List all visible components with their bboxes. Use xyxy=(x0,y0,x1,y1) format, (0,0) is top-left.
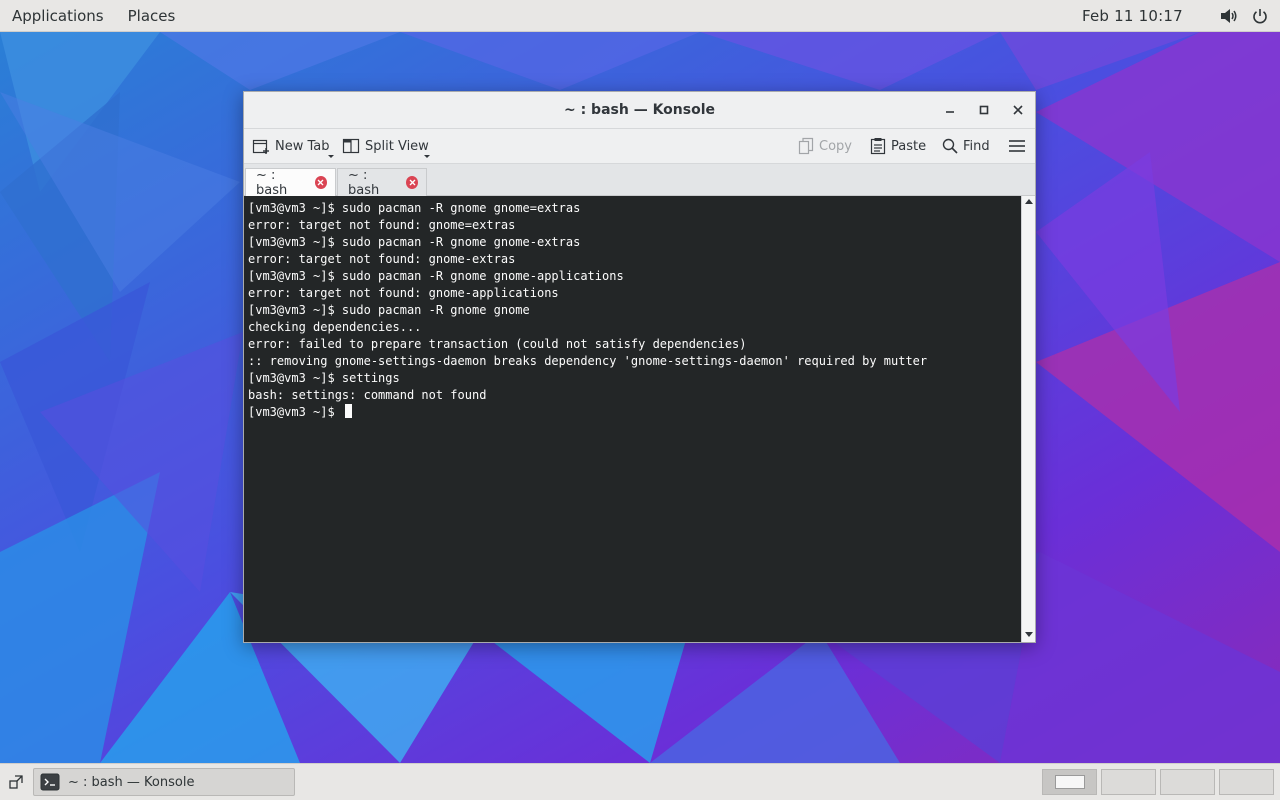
terminal-line: bash: settings: command not found xyxy=(248,388,487,402)
split-view-icon xyxy=(342,138,360,154)
split-view-button[interactable]: Split View xyxy=(342,129,429,163)
terminal-icon xyxy=(40,773,60,791)
terminal-line: :: removing gnome-settings-daemon breaks… xyxy=(248,354,928,368)
hamburger-menu-icon xyxy=(1009,140,1025,152)
terminal-line: [vm3@vm3 ~]$ settings xyxy=(248,371,400,385)
workspace-3[interactable] xyxy=(1160,769,1215,795)
konsole-window: ~ : bash — Konsole New Tab Split View Co… xyxy=(243,91,1036,643)
close-icon[interactable] xyxy=(1009,101,1027,119)
window-titlebar[interactable]: ~ : bash — Konsole xyxy=(244,92,1035,128)
applications-menu[interactable]: Applications xyxy=(0,7,116,25)
tab-bash-2[interactable]: ~ : bash xyxy=(337,167,427,198)
terminal-line: error: target not found: gnome-applicati… xyxy=(248,286,559,300)
maximize-icon[interactable] xyxy=(975,101,993,119)
clock[interactable]: Feb 11 10:17 xyxy=(1082,0,1183,32)
terminal-line: [vm3@vm3 ~]$ sudo pacman -R gnome gnome-… xyxy=(248,235,581,249)
hamburger-menu-button[interactable] xyxy=(1009,129,1025,163)
bottom-panel: ~ : bash — Konsole xyxy=(0,763,1280,800)
taskbar-item-label: ~ : bash — Konsole xyxy=(68,774,195,790)
copy-button[interactable]: Copy xyxy=(798,129,852,163)
tab-label: ~ : bash xyxy=(256,167,288,198)
terminal-output[interactable]: [vm3@vm3 ~]$ sudo pacman -R gnome gnome=… xyxy=(244,196,1021,642)
terminal-prompt: [vm3@vm3 ~]$ xyxy=(248,405,342,419)
power-icon[interactable] xyxy=(1252,8,1268,24)
workspace-1[interactable] xyxy=(1042,769,1097,795)
top-panel: Applications Places Feb 11 10:17 xyxy=(0,0,1280,32)
terminal-line: checking dependencies... xyxy=(248,320,422,334)
terminal-scrollbar[interactable] xyxy=(1021,196,1035,642)
places-menu[interactable]: Places xyxy=(116,7,188,25)
minimize-icon[interactable] xyxy=(941,101,959,119)
terminal-line: [vm3@vm3 ~]$ sudo pacman -R gnome gnome=… xyxy=(248,201,581,215)
split-view-label: Split View xyxy=(365,138,429,154)
find-button[interactable]: Find xyxy=(942,129,990,163)
volume-icon[interactable] xyxy=(1220,8,1238,24)
tab-close-icon[interactable] xyxy=(406,176,418,189)
scroll-down-icon[interactable] xyxy=(1025,632,1033,637)
terminal-line: error: failed to prepare transaction (co… xyxy=(248,337,747,351)
terminal-line: [vm3@vm3 ~]$ sudo pacman -R gnome gnome xyxy=(248,303,530,317)
paste-label: Paste xyxy=(891,138,927,154)
terminal-line: error: target not found: gnome=extras xyxy=(248,218,516,232)
workspace-4[interactable] xyxy=(1219,769,1274,795)
terminal-line: error: target not found: gnome-extras xyxy=(248,252,516,266)
tab-bar: ~ : bash ~ : bash xyxy=(244,164,1035,198)
paste-button[interactable]: Paste xyxy=(870,129,926,163)
copy-label: Copy xyxy=(819,138,852,154)
workspace-2[interactable] xyxy=(1101,769,1156,795)
konsole-toolbar: New Tab Split View Copy Paste Find xyxy=(244,128,1035,164)
split-view-dropdown-icon[interactable] xyxy=(424,155,430,158)
taskbar-item-konsole[interactable]: ~ : bash — Konsole xyxy=(33,768,295,796)
terminal-line: [vm3@vm3 ~]$ sudo pacman -R gnome gnome-… xyxy=(248,269,624,283)
tab-label: ~ : bash xyxy=(348,167,380,198)
new-tab-dropdown-icon[interactable] xyxy=(328,155,334,158)
terminal-prompt-line: [vm3@vm3 ~]$ xyxy=(248,404,1021,421)
scroll-up-icon[interactable] xyxy=(1025,199,1033,204)
show-desktop-icon[interactable] xyxy=(6,772,26,792)
text-cursor xyxy=(344,404,352,418)
window-title: ~ : bash — Konsole xyxy=(563,102,716,118)
workspace-window-thumbnail xyxy=(1055,775,1085,789)
new-tab-label: New Tab xyxy=(275,138,330,154)
new-tab-icon xyxy=(252,139,269,154)
new-tab-button[interactable]: New Tab xyxy=(252,129,330,163)
tab-bash-1[interactable]: ~ : bash xyxy=(245,167,336,198)
copy-icon xyxy=(798,137,814,155)
paste-icon xyxy=(870,138,886,155)
search-icon xyxy=(942,138,958,154)
tab-close-icon[interactable] xyxy=(314,176,327,189)
system-tray xyxy=(1220,0,1268,32)
find-label: Find xyxy=(963,138,990,154)
